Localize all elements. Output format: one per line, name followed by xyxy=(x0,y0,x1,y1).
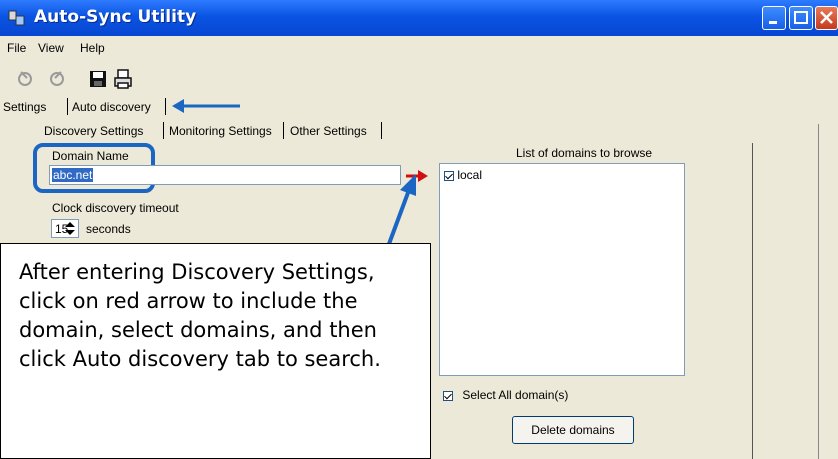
menu-file[interactable]: File xyxy=(7,41,26,55)
window-title: Auto-Sync Utility xyxy=(34,7,197,27)
domain-input-value: abc.net xyxy=(52,168,94,182)
tab-auto-discovery[interactable]: Auto discovery xyxy=(72,100,151,114)
panel-border xyxy=(818,124,819,459)
pointer-arrow-icon xyxy=(172,99,240,113)
tab-divider xyxy=(381,122,382,139)
save-icon[interactable] xyxy=(88,68,108,90)
annotation-callout: After entering Discovery Settings, click… xyxy=(0,243,431,459)
checkbox-checked-icon[interactable] xyxy=(444,170,454,181)
menu-view[interactable]: View xyxy=(38,41,64,55)
app-window: Auto-Sync Utility File View Help Setting… xyxy=(0,0,838,459)
timeout-unit: seconds xyxy=(86,222,131,236)
checkbox-checked-icon[interactable] xyxy=(443,390,453,401)
domain-label: Domain Name xyxy=(52,149,129,163)
maximize-icon xyxy=(794,11,808,24)
tab-settings[interactable]: Settings xyxy=(3,100,46,114)
minimize-icon xyxy=(769,21,777,24)
maximize-button[interactable] xyxy=(789,6,813,30)
timeout-label: Clock discovery timeout xyxy=(52,201,179,215)
domain-input[interactable]: abc.net xyxy=(49,165,401,185)
select-all-checkbox[interactable]: Select All domain(s) xyxy=(443,388,568,402)
tab-divider xyxy=(67,98,68,115)
tab-other-settings[interactable]: Other Settings xyxy=(290,124,367,138)
delete-domains-button[interactable]: Delete domains xyxy=(512,416,634,444)
select-all-label: Select All domain(s) xyxy=(462,388,569,402)
toolbar xyxy=(0,64,838,94)
domain-list[interactable]: local xyxy=(439,163,685,376)
tab-divider xyxy=(283,122,284,139)
list-item[interactable]: local xyxy=(444,168,482,182)
pointer-arrow-icon xyxy=(384,174,416,253)
close-button[interactable] xyxy=(815,6,838,30)
list-item-label: local xyxy=(457,168,483,182)
disconnect-icon[interactable] xyxy=(47,68,67,90)
minimize-button[interactable] xyxy=(762,6,786,30)
connect-icon[interactable] xyxy=(15,68,35,90)
print-icon[interactable] xyxy=(113,68,133,90)
tab-monitoring-settings[interactable]: Monitoring Settings xyxy=(169,124,272,138)
panel-border xyxy=(752,143,753,459)
title-bar[interactable]: Auto-Sync Utility xyxy=(0,0,838,36)
spin-arrows-icon[interactable] xyxy=(63,221,77,236)
tab-divider xyxy=(165,98,166,115)
domain-list-title: List of domains to browse xyxy=(516,146,653,160)
app-icon xyxy=(8,10,25,26)
tab-divider xyxy=(163,122,164,139)
annotation-text: After entering Discovery Settings, click… xyxy=(19,260,381,371)
close-icon xyxy=(820,11,833,24)
tab-discovery-settings[interactable]: Discovery Settings xyxy=(44,124,143,138)
menu-help[interactable]: Help xyxy=(80,41,105,55)
menu-bar: File View Help xyxy=(0,38,838,60)
